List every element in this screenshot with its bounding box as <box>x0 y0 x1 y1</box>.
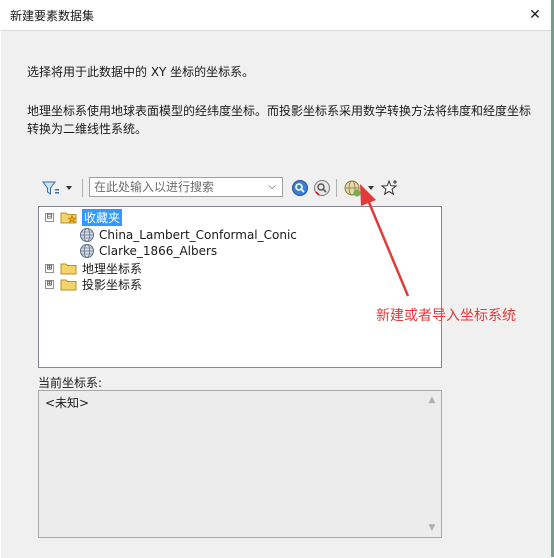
annotation-text: 新建或者导入坐标系统 <box>376 308 516 324</box>
annotation-arrow <box>360 184 410 297</box>
